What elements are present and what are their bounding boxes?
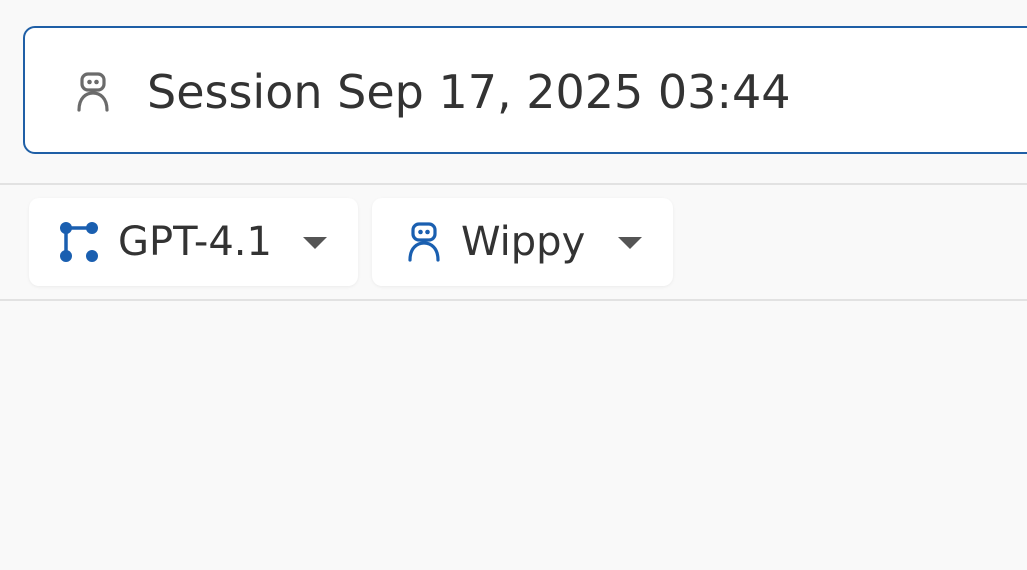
chevron-down-icon <box>618 237 642 249</box>
session-title[interactable]: Session Sep 17, 2025 03:44 <box>147 64 790 120</box>
chevron-down-icon <box>303 237 327 249</box>
toolbar-divider-top <box>0 183 1027 185</box>
app-root: Session Sep 17, 2025 03:44 GPT-4.1 Wippy <box>0 0 1027 570</box>
robot-icon <box>73 70 113 114</box>
session-title-bar[interactable]: Session Sep 17, 2025 03:44 <box>23 26 1027 154</box>
model-graph-icon <box>57 220 101 264</box>
model-select-button[interactable]: GPT-4.1 <box>29 198 358 286</box>
content-area <box>0 301 1027 570</box>
agent-select-label: Wippy <box>461 219 586 265</box>
robot-icon <box>402 220 446 264</box>
agent-select-button[interactable]: Wippy <box>372 198 673 286</box>
model-select-label: GPT-4.1 <box>118 219 272 265</box>
